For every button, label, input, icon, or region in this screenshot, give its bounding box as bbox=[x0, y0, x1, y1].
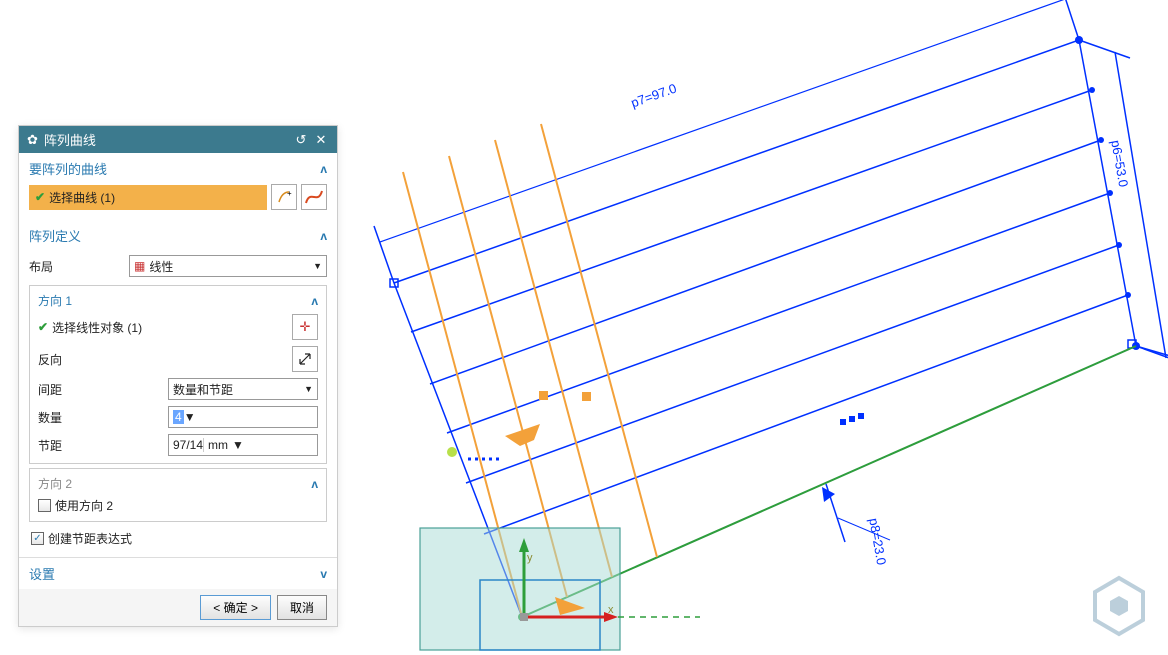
pitch-label: 节距 bbox=[38, 437, 168, 454]
curve-type-swatch[interactable] bbox=[301, 184, 327, 210]
reset-icon[interactable]: ↺ bbox=[293, 132, 309, 148]
direction-1-header[interactable]: 方向 1 ʌ bbox=[38, 290, 318, 311]
origin-handle[interactable] bbox=[447, 447, 457, 457]
add-selection-button[interactable]: + bbox=[271, 184, 297, 210]
ok-button[interactable]: < 确定 > bbox=[200, 595, 271, 620]
reverse-direction-button[interactable] bbox=[292, 346, 318, 372]
check-icon: ✔ bbox=[35, 190, 45, 204]
pitch-input[interactable]: 97/14 mm ▼ bbox=[168, 434, 318, 456]
cancel-button[interactable]: 取消 bbox=[277, 595, 327, 620]
datum-plane bbox=[420, 528, 620, 650]
specify-vector-button[interactable]: ✛ bbox=[292, 314, 318, 340]
count-input[interactable]: 4 ▼ bbox=[168, 406, 318, 428]
axis-y-label: y bbox=[527, 552, 533, 564]
use-direction-2-checkbox[interactable] bbox=[38, 499, 51, 512]
layout-select[interactable]: ▦ 线性 ▼ bbox=[129, 255, 327, 277]
pattern-curve-dialog: ✿ 阵列曲线 ↺ ✕ 要阵列的曲线 ʌ ✔ 选择曲线 (1) + 阵列定义 ʌ bbox=[18, 125, 338, 627]
linear-layout-icon: ▦ bbox=[134, 259, 145, 273]
select-curve-field[interactable]: ✔ 选择曲线 (1) bbox=[29, 185, 267, 210]
axis-x-label: x bbox=[608, 604, 614, 616]
count-label: 数量 bbox=[38, 409, 168, 426]
svg-text:+: + bbox=[287, 189, 292, 198]
create-pitch-expression-checkbox[interactable] bbox=[31, 532, 44, 545]
gear-icon: ✿ bbox=[27, 132, 38, 148]
select-linear-object-field[interactable]: 选择线性对象 (1) bbox=[52, 319, 292, 336]
section-settings-header[interactable]: 设置 v bbox=[19, 557, 337, 589]
chevron-up-icon: ʌ bbox=[311, 477, 318, 491]
dialog-title: 阵列曲线 bbox=[44, 130, 96, 149]
section-curves-header[interactable]: 要阵列的曲线 ʌ bbox=[19, 153, 337, 184]
direction-2-header[interactable]: 方向 2 ʌ bbox=[38, 473, 318, 494]
dialog-button-row: < 确定 > 取消 bbox=[19, 589, 337, 626]
reverse-label: 反向 bbox=[38, 351, 292, 368]
layout-label: 布局 bbox=[29, 258, 129, 275]
use-direction-2-label: 使用方向 2 bbox=[55, 497, 113, 514]
app-logo-icon bbox=[1084, 571, 1154, 641]
check-icon: ✔ bbox=[38, 320, 48, 334]
close-icon[interactable]: ✕ bbox=[313, 132, 329, 148]
spacing-select[interactable]: 数量和节距 ▼ bbox=[168, 378, 318, 400]
chevron-up-icon: ʌ bbox=[320, 229, 327, 243]
chevron-up-icon: ʌ bbox=[320, 162, 327, 176]
spacing-label: 间距 bbox=[38, 381, 168, 398]
direction-2-group: 方向 2 ʌ 使用方向 2 bbox=[29, 468, 327, 522]
chevron-down-icon: v bbox=[320, 567, 327, 581]
chevron-up-icon: ʌ bbox=[311, 294, 318, 308]
dialog-titlebar[interactable]: ✿ 阵列曲线 ↺ ✕ bbox=[19, 126, 337, 153]
section-definition-header[interactable]: 阵列定义 ʌ bbox=[19, 220, 337, 251]
direction-1-group: 方向 1 ʌ ✔ 选择线性对象 (1) ✛ 反向 间距 数量和节距 ▼ bbox=[29, 285, 327, 464]
create-pitch-expression-label: 创建节距表达式 bbox=[48, 530, 132, 547]
